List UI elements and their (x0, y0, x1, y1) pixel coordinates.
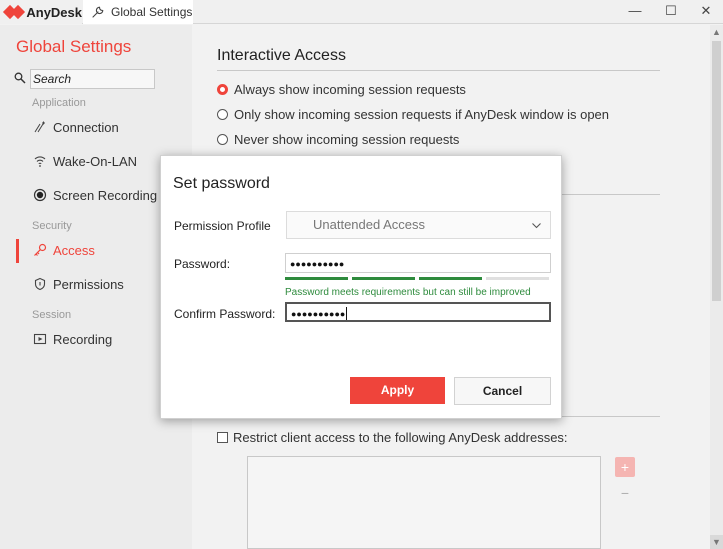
radio-always-show[interactable]: Always show incoming session requests (217, 82, 466, 97)
app-tab[interactable]: AnyDesk (0, 0, 82, 24)
confirm-password-value: ●●●●●●●●●● (291, 309, 346, 319)
recording-icon (33, 333, 47, 345)
section-heading: Interactive Access (217, 47, 346, 64)
radio-button[interactable] (217, 109, 228, 120)
title-bar: AnyDesk Global Settings — ☐ ✕ (0, 0, 723, 24)
sidebar-item-label: Recording (53, 332, 113, 347)
app-name: AnyDesk (26, 4, 82, 20)
shield-icon (34, 277, 46, 291)
search-area: Search (14, 69, 156, 89)
scroll-thumb[interactable] (712, 41, 721, 301)
strength-segment (352, 277, 415, 280)
restrict-access-checkbox[interactable] (217, 432, 228, 443)
search-input[interactable]: Search (30, 69, 155, 89)
set-password-dialog: Set password Permission Profile Unattend… (160, 155, 562, 419)
radio-label: Never show incoming session requests (234, 132, 460, 147)
apply-button[interactable]: Apply (350, 377, 445, 404)
strength-segment (285, 277, 348, 280)
sidebar-item-label: Access (53, 243, 95, 258)
radio-label: Only show incoming session requests if A… (234, 107, 610, 122)
maximize-button[interactable]: ☐ (654, 0, 688, 24)
section-application: Application (32, 97, 86, 109)
strength-segment (419, 277, 482, 280)
remove-address-button[interactable]: − (617, 485, 633, 501)
password-strength-message: Password meets requirements but can stil… (285, 287, 531, 298)
radio-button[interactable] (217, 134, 228, 145)
dialog-title: Set password (173, 175, 270, 192)
connection-icon (34, 121, 45, 133)
password-label: Password: (174, 257, 231, 271)
key-icon (34, 243, 47, 256)
sidebar-item-label: Screen Recording (53, 188, 158, 203)
anydesk-logo-icon (2, 4, 26, 20)
cancel-button[interactable]: Cancel (454, 377, 551, 405)
scroll-up-icon[interactable]: ▲ (710, 25, 723, 39)
strength-segment (486, 277, 549, 280)
minimize-button[interactable]: — (618, 0, 652, 24)
sidebar-item-label: Connection (53, 120, 119, 135)
sidebar-item-label: Permissions (53, 277, 124, 292)
text-caret (346, 306, 348, 320)
permission-profile-select[interactable]: Unattended Access (286, 211, 551, 239)
sidebar-title: Global Settings (16, 37, 132, 56)
wifi-icon (34, 156, 46, 167)
restrict-access-label: Restrict client access to the following … (233, 430, 568, 445)
password-value: ●●●●●●●●●● (290, 259, 345, 269)
radio-never-show[interactable]: Never show incoming session requests (217, 132, 459, 147)
section-session: Session (32, 309, 72, 321)
password-field[interactable]: ●●●●●●●●●● (285, 253, 551, 273)
radio-label: Always show incoming session requests (234, 82, 466, 97)
add-address-button[interactable]: + (615, 457, 635, 477)
scroll-down-icon[interactable]: ▼ (710, 535, 723, 549)
tab-label: Global Settings (111, 5, 193, 19)
confirm-password-label: Confirm Password: (174, 307, 276, 321)
restrict-access-option[interactable]: Restrict client access to the following … (217, 430, 568, 445)
divider (217, 70, 660, 71)
permission-profile-label: Permission Profile (174, 219, 271, 233)
section-security: Security (32, 220, 72, 232)
sidebar-item-connection[interactable]: Connection (0, 116, 192, 140)
active-indicator (16, 239, 19, 263)
close-button[interactable]: ✕ (689, 0, 723, 24)
radio-only-show-if-open[interactable]: Only show incoming session requests if A… (217, 107, 609, 122)
tab-global-settings[interactable]: Global Settings (83, 0, 193, 24)
sidebar-item-label: Wake-On-LAN (53, 154, 138, 169)
wrench-icon (92, 6, 104, 18)
chevron-down-icon (532, 223, 541, 229)
scrollbar[interactable]: ▲ ▼ (710, 25, 723, 549)
radio-button[interactable] (217, 84, 228, 95)
confirm-password-field[interactable]: ●●●●●●●●●● (285, 302, 551, 322)
address-list[interactable] (247, 456, 601, 549)
record-icon (33, 188, 47, 202)
search-icon (14, 72, 26, 84)
permission-profile-value: Unattended Access (313, 217, 426, 232)
